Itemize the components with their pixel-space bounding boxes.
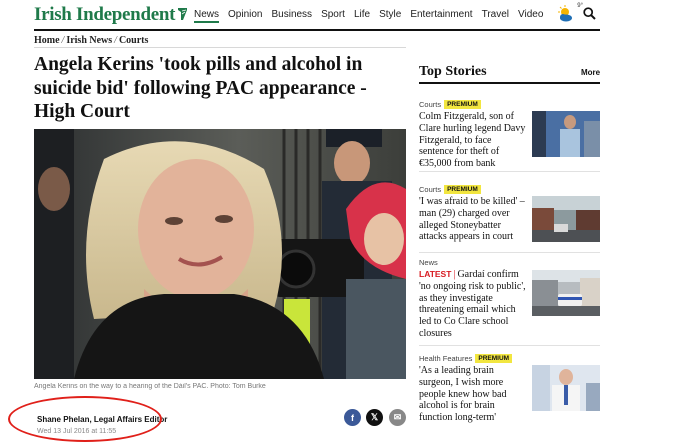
article-headline: Angela Kerins 'took pills and alcohol in…: [34, 54, 367, 122]
story-item[interactable]: News LATEST | Gardaí confirm 'no ongoing r…: [419, 257, 600, 340]
breadcrumb-home[interactable]: Home: [34, 35, 60, 46]
facebook-share-icon[interactable]: f: [344, 409, 361, 426]
breadcrumb-separator: /: [114, 35, 117, 46]
premium-badge: PREMIUM: [475, 354, 513, 363]
premium-badge: PREMIUM: [444, 185, 481, 194]
story-thumbnail[interactable]: [532, 196, 600, 242]
story-category-label[interactable]: Courts: [419, 185, 441, 194]
story-category: Courts PREMIUM: [419, 99, 600, 110]
story-item[interactable]: Courts PREMIUM 'I was afraid to be killed…: [419, 184, 600, 243]
story-title[interactable]: 'As a leading brain surgeon, I wish more…: [419, 365, 526, 424]
search-icon[interactable]: [583, 7, 596, 20]
article-hero-image[interactable]: [34, 129, 406, 379]
email-share-icon[interactable]: ✉: [389, 409, 406, 426]
latest-separator: |: [453, 269, 456, 280]
latest-label: LATEST: [419, 269, 452, 279]
nav-business[interactable]: Business: [271, 9, 312, 23]
breadcrumb: Home / Irish News / Courts: [34, 35, 148, 46]
site-header: Irish Independent News Opinion Business …: [34, 0, 600, 31]
story-category: Courts PREMIUM: [419, 184, 600, 195]
story-thumbnail-image: [532, 365, 600, 411]
story-category-label[interactable]: Courts: [419, 100, 441, 109]
breadcrumb-irish-news[interactable]: Irish News: [66, 35, 112, 46]
more-link[interactable]: More: [581, 68, 600, 77]
nav-news[interactable]: News: [194, 9, 220, 23]
story-title[interactable]: Colm Fitzgerald, son of Clare hurling le…: [419, 111, 526, 170]
top-stories-heading: Top Stories: [419, 64, 487, 79]
top-stories-divider: [419, 82, 600, 84]
site-logo[interactable]: Irish Independent: [34, 4, 188, 26]
nav-life[interactable]: Life: [354, 9, 370, 23]
story-thumbnail[interactable]: [532, 111, 600, 157]
harp-icon: [178, 8, 188, 20]
story-thumbnail-image: [532, 111, 600, 157]
nav-travel[interactable]: Travel: [482, 9, 509, 23]
story-thumbnail[interactable]: [532, 270, 600, 316]
nav-sport[interactable]: Sport: [321, 9, 345, 23]
story-thumbnail[interactable]: [532, 365, 600, 411]
story-category[interactable]: News: [419, 257, 600, 268]
nav-opinion[interactable]: Opinion: [228, 9, 262, 23]
story-category-label[interactable]: Health Features: [419, 354, 472, 363]
breadcrumb-separator: /: [61, 35, 65, 46]
story-divider: [419, 345, 600, 346]
story-thumbnail-image: [532, 196, 600, 242]
nav-style[interactable]: Style: [379, 9, 401, 23]
story-title-text[interactable]: Gardaí confirm 'no ongoing risk to publi…: [419, 269, 526, 339]
story-category: Health Features PREMIUM: [419, 353, 600, 364]
story-divider: [419, 252, 600, 253]
story-thumbnail-image: [532, 270, 600, 316]
logo-text: Irish Independent: [34, 4, 176, 25]
sun-cloud-icon[interactable]: [556, 4, 576, 24]
breadcrumb-courts[interactable]: Courts: [119, 35, 148, 46]
story-item[interactable]: Health Features PREMIUM 'As a leading bra…: [419, 353, 600, 424]
photo-caption: Angela Kerins on the way to a hearing of…: [34, 383, 266, 390]
hero-photo: [34, 129, 406, 379]
story-title[interactable]: 'I was afraid to be killed' – man (29) c…: [419, 196, 526, 243]
breadcrumb-divider: [34, 47, 406, 48]
story-title[interactable]: LATEST | Gardaí confirm 'no ongoing risk t…: [419, 269, 526, 340]
premium-badge: PREMIUM: [444, 100, 481, 109]
story-divider: [419, 171, 600, 172]
nav-video[interactable]: Video: [518, 9, 543, 23]
x-share-icon[interactable]: 𝕏: [366, 409, 383, 426]
story-item[interactable]: Courts PREMIUM Colm Fitzgerald, son of Cl…: [419, 99, 600, 170]
highlight-circle-annotation: [8, 396, 162, 442]
main-nav: News Opinion Business Sport Life Style E…: [194, 9, 543, 23]
nav-entertainment[interactable]: Entertainment: [410, 9, 472, 23]
